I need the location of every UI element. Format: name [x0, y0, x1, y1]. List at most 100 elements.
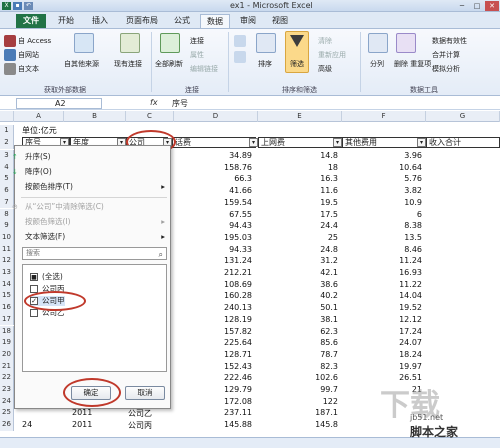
column-header-a[interactable]: A — [14, 111, 64, 122]
table-cell[interactable]: 13.5 — [366, 233, 422, 242]
clear-button[interactable]: 清除 — [318, 36, 332, 46]
table-cell[interactable]: 8.46 — [366, 245, 422, 254]
tab-view[interactable]: 视图 — [266, 14, 294, 28]
table-cell[interactable]: 2011 — [72, 420, 92, 429]
row-number[interactable]: 6 — [0, 185, 14, 197]
undo-icon[interactable]: ↶ — [24, 2, 33, 10]
text-to-columns-button[interactable]: 分列 — [370, 59, 384, 69]
header-cell[interactable]: 上网费 — [258, 137, 342, 148]
filter-item-select-all[interactable]: ■ (全选) — [30, 272, 63, 282]
table-cell[interactable]: 14.04 — [366, 291, 422, 300]
consolidate-button[interactable]: 合并计算 — [432, 50, 460, 60]
minimize-button[interactable]: ─ — [455, 1, 469, 11]
row-number[interactable]: 16 — [0, 302, 14, 314]
properties-button[interactable]: 属性 — [190, 50, 204, 60]
row-number[interactable]: 2 — [0, 136, 14, 149]
table-cell[interactable]: 41.66 — [196, 186, 252, 195]
column-header-c[interactable]: C — [126, 111, 174, 122]
tab-review[interactable]: 审阅 — [234, 14, 262, 28]
table-cell[interactable]: 11.6 — [282, 186, 338, 195]
row-number[interactable]: 17 — [0, 313, 14, 326]
filter-dropdown-arrow[interactable]: ▾ — [417, 138, 426, 147]
table-cell[interactable]: 31.2 — [282, 256, 338, 265]
table-cell[interactable]: 66.3 — [196, 174, 252, 183]
row-number[interactable]: 20 — [0, 348, 14, 361]
table-cell[interactable]: 82.3 — [282, 362, 338, 371]
table-cell[interactable]: 3.96 — [366, 151, 422, 160]
name-box[interactable]: A2 — [16, 98, 102, 109]
maximize-button[interactable]: □ — [470, 1, 484, 11]
table-cell[interactable]: 187.1 — [282, 408, 338, 417]
table-cell[interactable]: 40.2 — [282, 291, 338, 300]
other-sources-button[interactable]: 自其他来源 — [64, 59, 99, 69]
sort-za-icon[interactable] — [234, 51, 246, 63]
table-cell[interactable]: 17.5 — [282, 210, 338, 219]
row-number[interactable]: 19 — [0, 337, 14, 349]
sort-button[interactable]: 排序 — [258, 59, 272, 69]
table-cell[interactable]: 99.7 — [282, 385, 338, 394]
filter-dropdown-arrow[interactable]: ▾ — [333, 138, 342, 147]
table-cell[interactable]: 17.24 — [366, 327, 422, 336]
unit-label[interactable]: 单位:亿元 — [22, 125, 57, 136]
table-cell[interactable]: 19.52 — [366, 303, 422, 312]
row-number[interactable]: 22 — [0, 372, 14, 384]
from-access-button[interactable]: 自 Access — [18, 36, 51, 46]
tab-insert[interactable]: 插入 — [86, 14, 114, 28]
table-cell[interactable]: 62.3 — [282, 327, 338, 336]
header-cell[interactable]: 收入合计 — [426, 137, 500, 148]
sort-descending-item[interactable]: ↓ 降序(O) — [12, 166, 171, 178]
table-cell[interactable]: 10.64 — [366, 163, 422, 172]
text-filters-item[interactable]: 文本筛选(F) ▸ — [15, 231, 171, 243]
tab-data[interactable]: 数据 — [200, 14, 230, 28]
filter-search-input[interactable]: 搜索 ⌕ — [22, 247, 167, 260]
table-cell[interactable]: 160.28 — [196, 291, 252, 300]
table-cell[interactable]: 38.6 — [282, 280, 338, 289]
row-number[interactable]: 15 — [0, 290, 14, 303]
table-cell[interactable]: 102.6 — [282, 373, 338, 382]
row-number[interactable]: 14 — [0, 278, 14, 291]
connections-button[interactable]: 连接 — [190, 36, 204, 46]
sort-ascending-item[interactable]: ↑ 升序(S) — [12, 151, 171, 163]
table-cell[interactable]: 24 — [22, 420, 32, 429]
table-cell[interactable]: 78.7 — [282, 350, 338, 359]
column-header-f[interactable]: F — [342, 111, 426, 122]
edit-links-button[interactable]: 编辑链接 — [190, 64, 218, 74]
table-cell[interactable]: 24.8 — [282, 245, 338, 254]
table-cell[interactable]: 25 — [282, 233, 338, 242]
table-cell[interactable]: 212.21 — [196, 268, 252, 277]
table-cell[interactable]: 240.13 — [196, 303, 252, 312]
table-cell[interactable]: 128.19 — [196, 315, 252, 324]
table-cell[interactable]: 128.71 — [196, 350, 252, 359]
cancel-button[interactable]: 取消 — [125, 386, 165, 400]
column-header-d[interactable]: D — [174, 111, 258, 122]
table-cell[interactable]: 14.8 — [282, 151, 338, 160]
table-cell[interactable]: 18 — [282, 163, 338, 172]
table-cell[interactable]: 16.3 — [282, 174, 338, 183]
table-cell[interactable]: 19.5 — [282, 198, 338, 207]
table-cell[interactable]: 222.46 — [196, 373, 252, 382]
select-all-corner[interactable] — [0, 111, 14, 122]
table-cell[interactable]: 50.1 — [282, 303, 338, 312]
sort-by-color-item[interactable]: 按颜色排序(T) ▸ — [15, 181, 171, 193]
checkbox-partial[interactable]: ■ — [30, 273, 38, 281]
table-cell[interactable]: 24.07 — [366, 338, 422, 347]
table-cell[interactable]: 19.97 — [366, 362, 422, 371]
refresh-all-button[interactable]: 全部刷新 — [155, 59, 183, 69]
table-cell[interactable]: 38.1 — [282, 315, 338, 324]
existing-connections-button[interactable]: 现有连接 — [114, 59, 142, 69]
table-cell[interactable]: 195.03 — [196, 233, 252, 242]
table-cell[interactable]: 5.76 — [366, 174, 422, 183]
tab-file[interactable]: 文件 — [16, 14, 46, 28]
filter-by-color-item[interactable]: 按颜色筛选(I) ▸ — [15, 216, 171, 228]
column-header-b[interactable]: B — [64, 111, 126, 122]
row-number[interactable]: 1 — [0, 125, 14, 136]
table-cell[interactable]: 18.24 — [366, 350, 422, 359]
reapply-button[interactable]: 重新应用 — [318, 50, 346, 60]
row-number[interactable]: 25 — [0, 407, 14, 420]
save-icon[interactable]: ▪ — [13, 2, 22, 10]
table-cell[interactable]: 公司丙 — [128, 420, 152, 431]
column-header-g[interactable]: G — [426, 111, 500, 122]
header-cell[interactable]: 其他费用 — [342, 137, 426, 148]
table-cell[interactable]: 16.93 — [366, 268, 422, 277]
column-header-e[interactable]: E — [258, 111, 342, 122]
